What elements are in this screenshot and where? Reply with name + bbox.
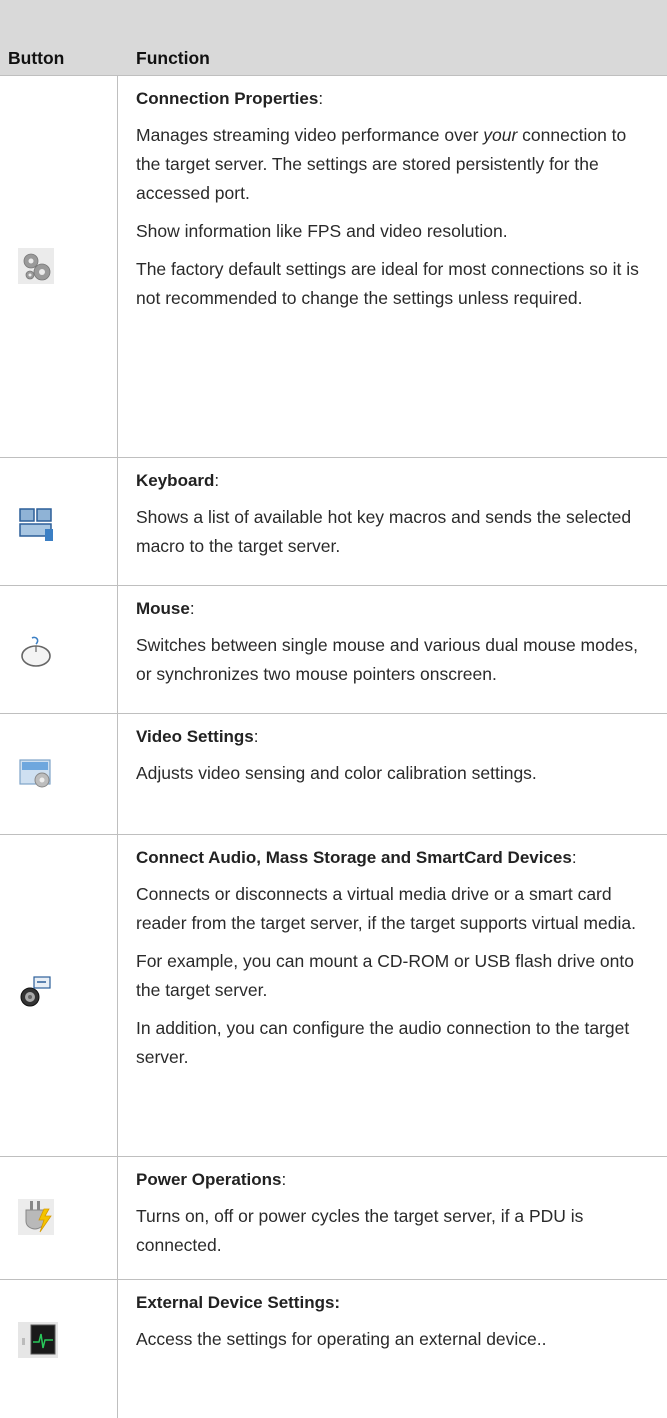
row-body: Connection Properties: Manages streaming…	[136, 86, 649, 322]
row-body: Keyboard: Shows a list of available hot …	[136, 468, 649, 570]
row-title: Connection Properties:	[136, 89, 324, 108]
row-external-device-settings: External Device Settings: Access the set…	[0, 1280, 667, 1400]
header-button: Button	[8, 48, 65, 68]
row-description: Access the settings for operating an ext…	[136, 1329, 547, 1349]
row-description: Switches between single mouse and variou…	[136, 635, 638, 684]
power-plug-icon[interactable]	[18, 1199, 54, 1235]
row-body: External Device Settings: Access the set…	[136, 1290, 649, 1363]
row-title: Connect Audio, Mass Storage and SmartCar…	[136, 848, 577, 867]
row-note: For example, you can mount a CD-ROM or U…	[136, 951, 634, 1000]
row-body: Connect Audio, Mass Storage and SmartCar…	[136, 845, 649, 1081]
row-note: In addition, you can configure the audio…	[136, 1018, 630, 1067]
keyboard-icon[interactable]	[18, 507, 54, 543]
row-title: Video Settings:	[136, 727, 259, 746]
row-title: External Device Settings:	[136, 1293, 341, 1312]
row-video-settings: Video Settings: Adjusts video sensing an…	[0, 714, 667, 835]
external-device-icon[interactable]	[18, 1322, 58, 1358]
row-body: Video Settings: Adjusts video sensing an…	[136, 724, 649, 797]
row-connection-properties: Connection Properties: Manages streaming…	[0, 76, 667, 458]
video-settings-icon[interactable]	[18, 756, 54, 792]
row-keyboard: Keyboard: Shows a list of available hot …	[0, 458, 667, 586]
row-mouse: Mouse: Switches between single mouse and…	[0, 586, 667, 714]
row-title: Power Operations:	[136, 1170, 287, 1189]
row-description: Shows a list of available hot key macros…	[136, 507, 632, 556]
row-body: Power Operations: Turns on, off or power…	[136, 1167, 649, 1269]
row-description: Turns on, off or power cycles the target…	[136, 1206, 584, 1255]
row-note: The factory default settings are ideal f…	[136, 259, 639, 308]
mouse-icon[interactable]	[18, 634, 54, 670]
row-description: Adjusts video sensing and color calibrat…	[136, 763, 537, 783]
row-description: Manages streaming video performance over…	[136, 125, 627, 203]
function-table: Button Function Connection Properties: M…	[0, 0, 667, 1418]
row-virtual-media: Connect Audio, Mass Storage and SmartCar…	[0, 835, 667, 1157]
virtual-media-icon[interactable]	[18, 973, 54, 1009]
row-note: Show information like FPS and video reso…	[136, 221, 508, 241]
row-body: Mouse: Switches between single mouse and…	[136, 596, 649, 698]
row-title: Keyboard:	[136, 471, 220, 490]
row-power-operations: Power Operations: Turns on, off or power…	[0, 1157, 667, 1280]
header-function: Function	[136, 48, 210, 68]
table-header: Button Function	[0, 0, 667, 76]
gears-icon[interactable]	[18, 248, 54, 284]
row-title: Mouse:	[136, 599, 195, 618]
row-description: Connects or disconnects a virtual media …	[136, 884, 636, 933]
